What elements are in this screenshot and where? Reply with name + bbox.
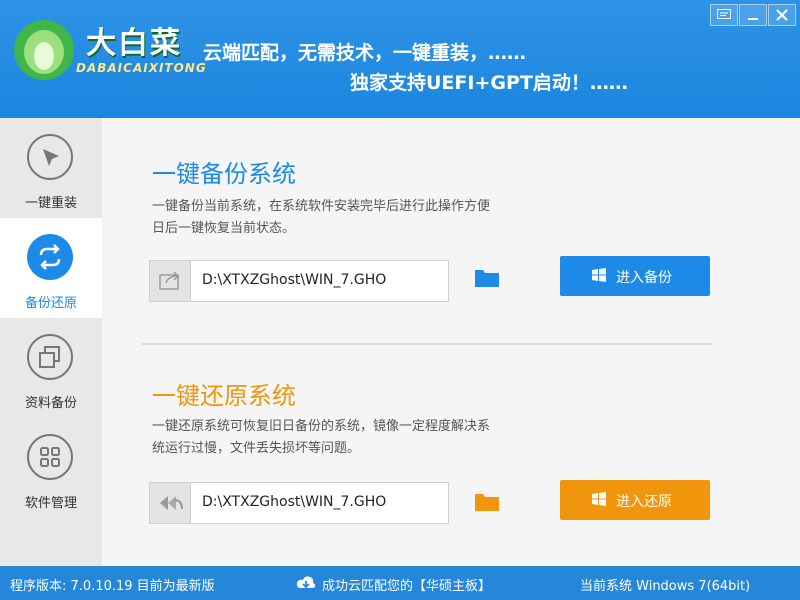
windows-logo-icon <box>592 268 606 282</box>
slogan-line-2: 独家支持UEFI+GPT启动！…… <box>350 72 628 94</box>
backup-folder-icon[interactable] <box>474 266 500 288</box>
sidebar-item-label: 一键重装 <box>24 196 77 211</box>
menu-icon <box>717 9 731 19</box>
backup-path-field[interactable]: D:\XTXZGhost\WIN_7.GHO <box>149 260 449 302</box>
sidebar: 一键重装 备份还原 资料备份 软件管理 <box>0 118 102 566</box>
windows-logo-icon <box>592 492 606 506</box>
title-bar: 大白菜 DABAICAIXITONG 云端匹配，无需技术，一键重装，…… 独家支… <box>0 0 800 118</box>
enter-backup-label: 进入备份 <box>616 270 672 286</box>
sidebar-item-backup-restore[interactable]: 备份还原 <box>0 218 102 318</box>
enter-restore-label: 进入还原 <box>616 494 672 510</box>
status-bar: 程序版本: 7.0.10.19 目前为最新版 成功云匹配您的【华硕主板】 当前系… <box>0 566 800 600</box>
rewind-arrow-icon <box>150 483 191 523</box>
cloud-download-icon <box>296 576 316 589</box>
grid-apps-icon <box>27 434 73 480</box>
restore-path-text: D:\XTXZGhost\WIN_7.GHO <box>202 494 387 510</box>
logo-subtext: DABAICAIXITONG <box>76 61 207 75</box>
share-arrow-icon <box>150 261 191 301</box>
restore-folder-icon[interactable] <box>474 490 500 512</box>
sync-arrows-icon <box>27 234 73 280</box>
slogan-line-1: 云端匹配，无需技术，一键重装，…… <box>203 42 527 64</box>
sidebar-item-software[interactable]: 软件管理 <box>0 418 102 518</box>
copy-squares-icon <box>27 334 73 380</box>
backup-title: 一键备份系统 <box>152 160 296 188</box>
restore-path-field[interactable]: D:\XTXZGhost\WIN_7.GHO <box>149 482 449 524</box>
current-system-text: 当前系统 Windows 7(64bit) <box>580 579 751 594</box>
logo-text: 大白菜 <box>86 26 182 61</box>
restore-description: 一键还原系统可恢复旧日备份的系统，镜像一定程度解决系统运行过慢，文件丢失损坏等问… <box>152 419 491 456</box>
sidebar-item-label: 软件管理 <box>24 496 77 511</box>
sidebar-item-reinstall[interactable]: 一键重装 <box>0 118 102 218</box>
enter-restore-button[interactable]: 进入还原 <box>560 480 710 520</box>
sidebar-item-label: 备份还原 <box>24 296 77 311</box>
backup-description: 一键备份当前系统，在系统软件安装完毕后进行此操作方便日后一键恢复当前状态。 <box>152 199 491 236</box>
close-icon <box>776 9 788 21</box>
cloud-match-text: 成功云匹配您的【华硕主板】 <box>322 579 492 594</box>
backup-path-text: D:\XTXZGhost\WIN_7.GHO <box>202 272 387 288</box>
sidebar-item-data-backup[interactable]: 资料备份 <box>0 318 102 418</box>
sidebar-item-label: 资料备份 <box>24 396 77 411</box>
menu-button[interactable] <box>710 4 738 26</box>
section-divider <box>142 343 712 345</box>
restore-title: 一键还原系统 <box>152 382 296 410</box>
minimize-icon <box>748 18 758 20</box>
enter-backup-button[interactable]: 进入备份 <box>560 256 710 296</box>
app-logo: 大白菜 DABAICAIXITONG <box>8 8 206 86</box>
minimize-button[interactable] <box>739 4 767 26</box>
cursor-arrow-icon <box>27 134 73 180</box>
close-button[interactable] <box>768 4 796 26</box>
main-panel: 一键备份系统 一键备份当前系统，在系统软件安装完毕后进行此操作方便日后一键恢复当… <box>102 118 800 566</box>
version-text: 程序版本: 7.0.10.19 目前为最新版 <box>10 579 215 594</box>
